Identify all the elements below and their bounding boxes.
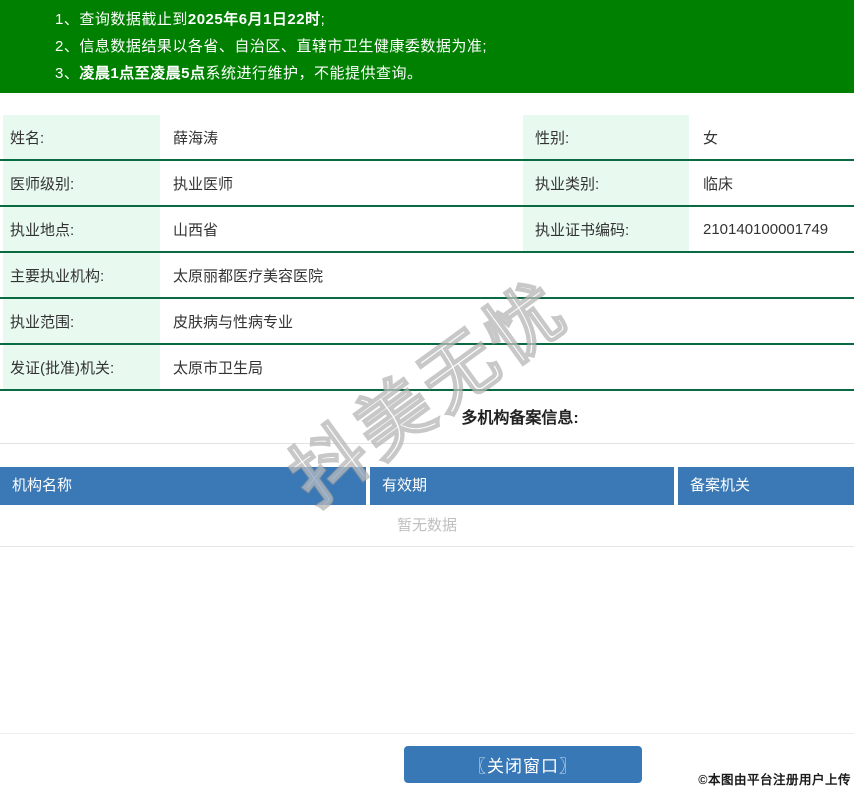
records-header-institution-name: 机构名称 — [0, 467, 366, 505]
info-row-location-license: 执业地点: 山西省 执业证书编码: 210140100001749 — [0, 207, 854, 253]
license-number-label: 执业证书编码: — [523, 207, 689, 251]
license-number-value: 210140100001749 — [689, 207, 854, 251]
notice-line-3: 3、凌晨1点至凌晨5点系统进行维护，不能提供查询。 — [55, 60, 854, 87]
info-row-name-gender: 姓名: 薛海涛 性别: 女 — [0, 115, 854, 161]
notice-banner: 1、查询数据截止到2025年6月1日22时; 2、信息数据结果以各省、自治区、直… — [0, 0, 854, 93]
doctor-level-label: 医师级别: — [3, 161, 160, 205]
notice-1-number: 1、 — [55, 11, 79, 28]
notice-3-number: 3、 — [55, 65, 79, 82]
gender-value: 女 — [689, 115, 854, 159]
practitioner-query-result-page: 1、查询数据截止到2025年6月1日22时; 2、信息数据结果以各省、自治区、直… — [0, 0, 854, 787]
gender-label: 性别: — [523, 115, 689, 159]
info-row-level-category: 医师级别: 执业医师 执业类别: 临床 — [0, 161, 854, 207]
notice-2-text: 信息数据结果以各省、自治区、直辖市卫生健康委数据为准; — [79, 38, 487, 55]
practitioner-info-table: 姓名: 薛海涛 性别: 女 医师级别: 执业医师 执业类别: 临床 执业地点: … — [0, 115, 854, 391]
notice-2-number: 2、 — [55, 38, 79, 55]
issuing-authority-label: 发证(批准)机关: — [3, 345, 160, 389]
practice-scope-label: 执业范围: — [3, 299, 160, 343]
notice-1-bold-text: 2025年6月1日22时 — [188, 11, 321, 28]
notice-1-text-end: ; — [321, 11, 326, 28]
main-institution-label: 主要执业机构: — [3, 253, 160, 297]
notice-1-text: 查询数据截止到 — [79, 11, 188, 28]
info-row-issuing-authority: 发证(批准)机关: 太原市卫生局 — [0, 345, 854, 391]
practice-location-label: 执业地点: — [3, 207, 160, 251]
name-value: 薛海涛 — [160, 115, 523, 159]
info-row-main-institution: 主要执业机构: 太原丽都医疗美容医院 — [0, 253, 854, 299]
divider-line-top — [0, 443, 854, 444]
copyright-watermark: ©本图由平台注册用户上传 — [698, 769, 851, 788]
name-label: 姓名: — [3, 115, 160, 159]
notice-3-text-end: 系统进行维护，不能提供查询。 — [206, 65, 423, 82]
practice-scope-value: 皮肤病与性病专业 — [160, 299, 854, 343]
notice-line-1: 1、查询数据截止到2025年6月1日22时; — [55, 6, 854, 33]
close-window-button[interactable]: 〖关闭窗口〗 — [404, 746, 642, 783]
notice-line-2: 2、信息数据结果以各省、自治区、直辖市卫生健康委数据为准; — [55, 33, 854, 60]
records-header-validity-period: 有效期 — [370, 467, 674, 505]
practice-location-value: 山西省 — [160, 207, 523, 251]
practice-category-value: 临床 — [689, 161, 854, 205]
issuing-authority-value: 太原市卫生局 — [160, 345, 854, 389]
info-row-practice-scope: 执业范围: 皮肤病与性病专业 — [0, 299, 854, 345]
records-table-header: 机构名称 有效期 备案机关 — [0, 467, 854, 505]
records-header-filing-authority: 备案机关 — [678, 467, 854, 505]
divider-line-bottom — [0, 733, 854, 734]
practice-category-label: 执业类别: — [523, 161, 689, 205]
main-institution-value: 太原丽都医疗美容医院 — [160, 253, 854, 297]
doctor-level-value: 执业医师 — [160, 161, 523, 205]
records-empty-message: 暂无数据 — [0, 505, 854, 547]
multi-institution-section-title: 多机构备案信息: — [0, 404, 854, 428]
notice-3-bold-text: 凌晨1点至凌晨5点 — [79, 65, 205, 82]
